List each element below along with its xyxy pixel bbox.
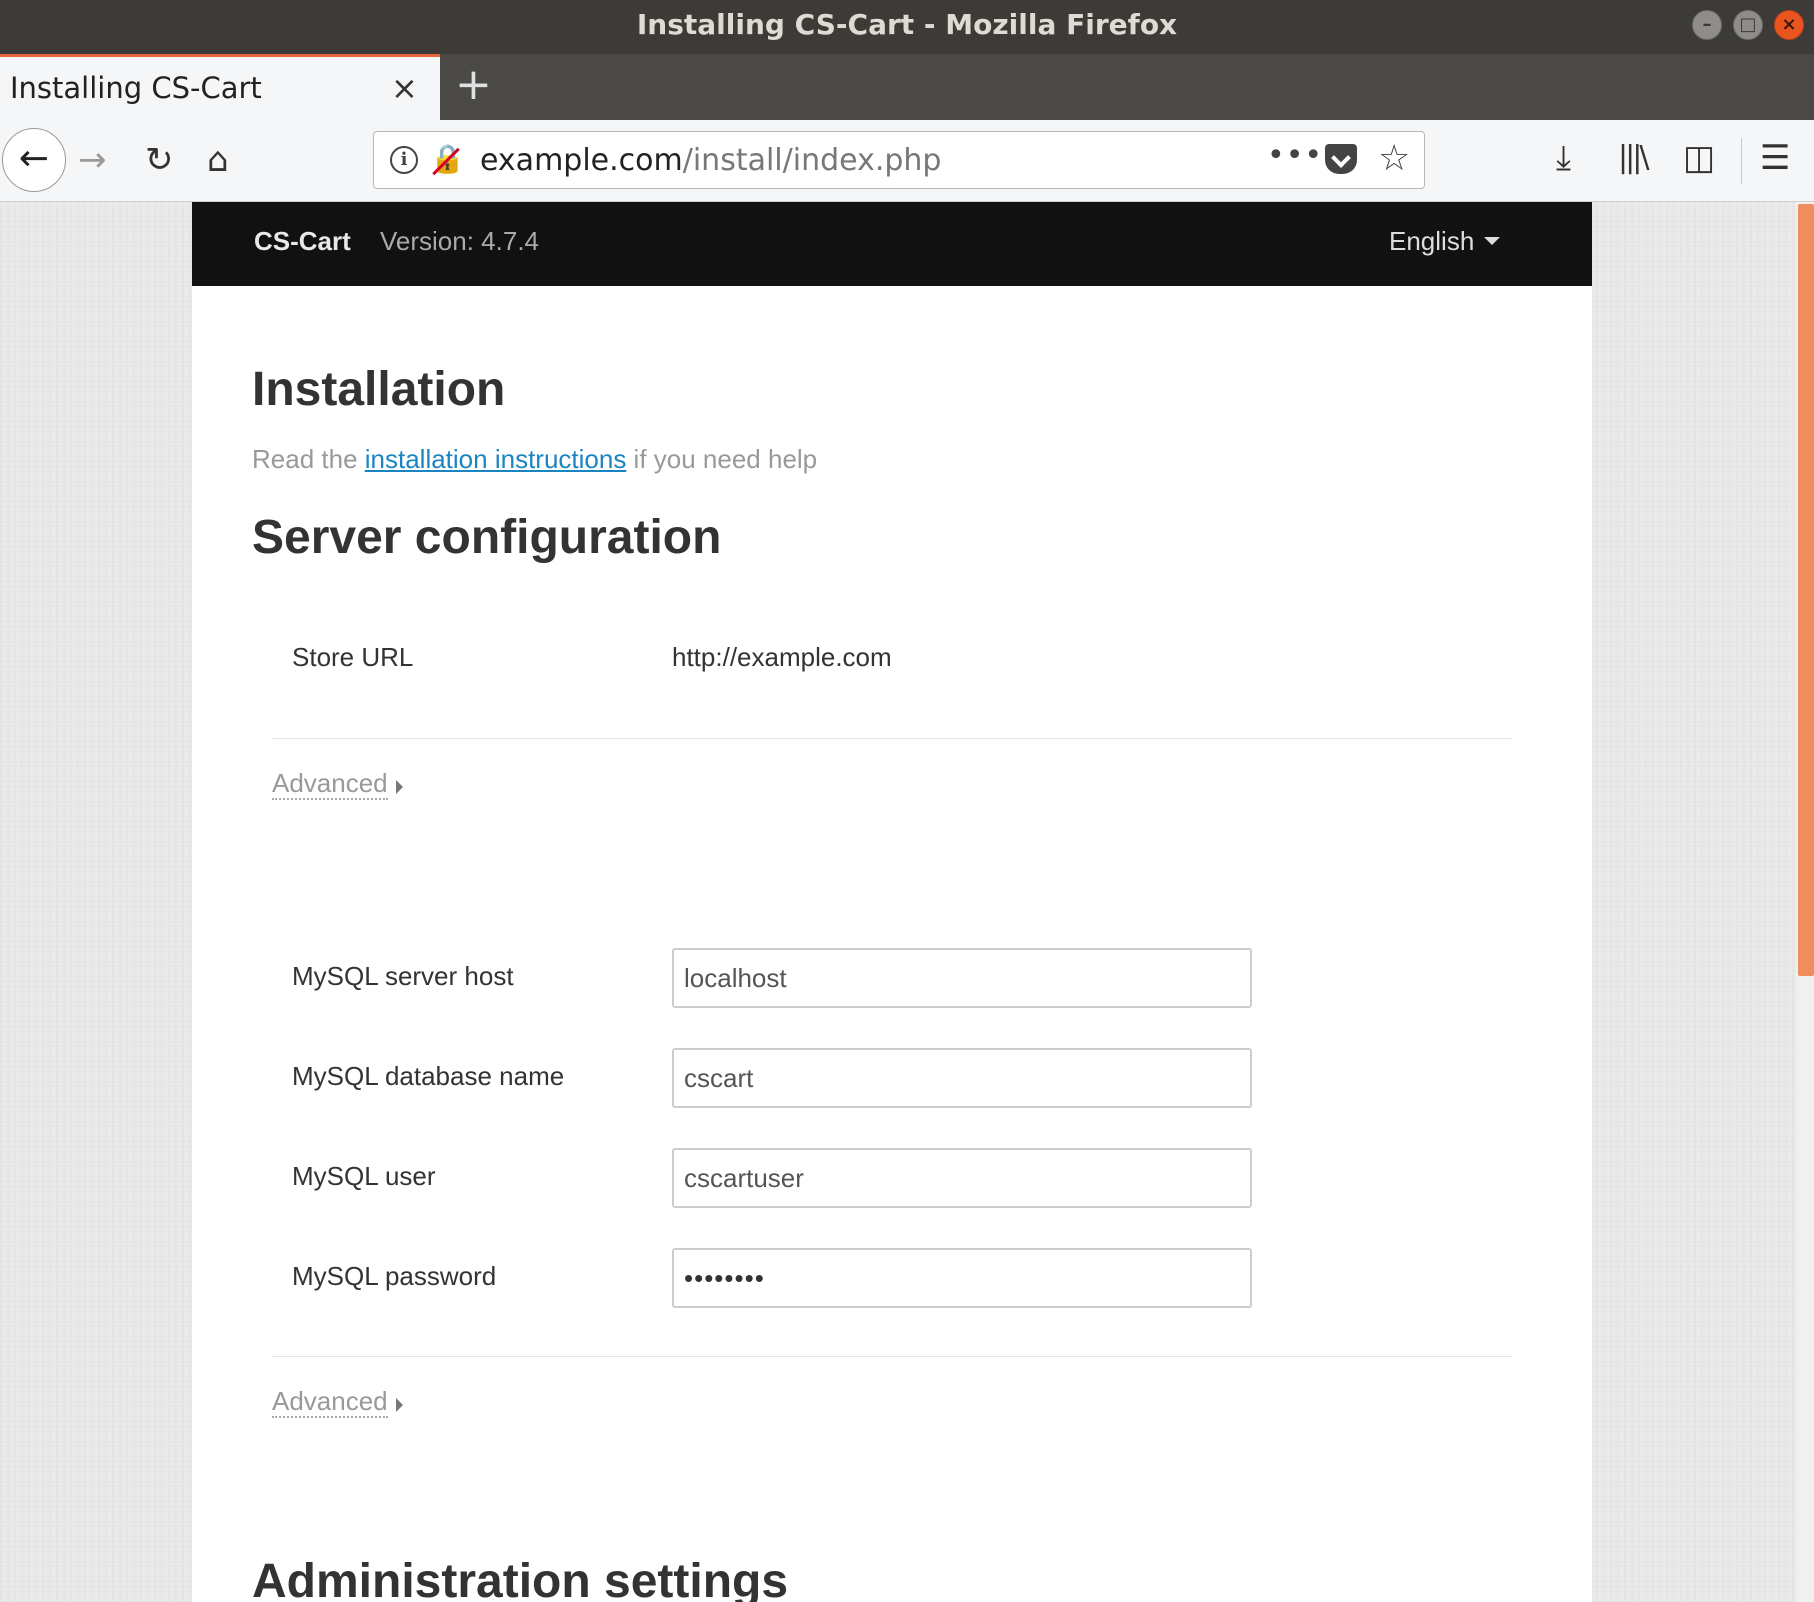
language-dropdown[interactable]: English [1389,226,1501,257]
installation-instructions-link[interactable]: installation instructions [365,444,627,474]
url-bar[interactable]: i 🔒 example.com/install/index.php ••• ☆ [373,131,1425,189]
page-actions-icon[interactable]: ••• [1267,138,1323,173]
navigation-toolbar: ← → ↻ ⌂ i 🔒 example.com/install/index.ph… [0,120,1814,202]
store-url-label: Store URL [292,642,414,672]
window-titlebar: Installing CS-Cart - Mozilla Firefox – □… [0,0,1814,54]
tab-title: Installing CS-Cart [10,71,262,105]
bookmark-star-icon[interactable]: ☆ [1378,138,1410,179]
divider [272,1356,1512,1357]
brand-logo-text: CS-Cart [254,226,351,256]
mysql-database-label: MySQL database name [292,1061,565,1091]
minimize-icon[interactable]: – [1692,10,1722,40]
mysql-password-input[interactable] [672,1248,1252,1308]
url-text[interactable]: example.com/install/index.php [480,143,941,178]
installer-page: CS-Cart Version: 4.7.4 English Installat… [192,202,1592,1602]
page-title: Installation [252,363,506,416]
reload-icon[interactable]: ↻ [145,138,174,182]
mysql-user-input[interactable] [672,1148,1252,1208]
insecure-lock-icon[interactable]: 🔒 [430,142,465,175]
toolbar-separator [1741,138,1742,184]
advanced-toggle-1[interactable]: Advanced [272,768,388,800]
close-window-icon[interactable]: × [1774,10,1804,40]
tab-strip: Installing CS-Cart × + [0,54,1814,120]
language-label: English [1389,226,1475,256]
info-icon[interactable]: i [390,146,418,174]
version-text: Version: 4.7.4 [380,226,539,256]
sidebar-icon[interactable]: ◫ [1683,136,1715,180]
forward-arrow-icon[interactable]: → [78,138,107,182]
url-domain: example.com [480,143,683,178]
server-configuration-heading: Server configuration [252,511,722,564]
installer-header: CS-Cart Version: 4.7.4 English [192,202,1592,286]
new-tab-icon[interactable]: + [455,60,492,110]
advanced-toggle-2[interactable]: Advanced [272,1386,388,1418]
mysql-database-input[interactable] [672,1048,1252,1108]
caret-down-icon [1484,237,1501,246]
mysql-host-label: MySQL server host [292,961,514,991]
caret-right-icon [396,1398,403,1412]
help-suffix: if you need help [626,444,818,474]
url-path: /install/index.php [682,143,942,178]
page-viewport: CS-Cart Version: 4.7.4 English Installat… [0,202,1814,1602]
mysql-user-label: MySQL user [292,1161,436,1191]
scrollbar-thumb[interactable] [1798,204,1814,976]
store-url-value: http://example.com [672,642,892,672]
help-prefix: Read the [252,444,365,474]
mysql-password-label: MySQL password [292,1261,497,1291]
home-icon[interactable]: ⌂ [207,138,229,182]
library-icon[interactable]: |||\ [1618,136,1649,180]
caret-right-icon [396,780,403,794]
back-arrow-icon[interactable]: ← [2,128,66,192]
help-text: Read the installation instructions if yo… [252,444,817,475]
hamburger-menu-icon[interactable]: ☰ [1760,136,1790,180]
window-title: Installing CS-Cart - Mozilla Firefox [636,8,1178,41]
maximize-icon[interactable]: □ [1733,10,1763,40]
download-icon[interactable]: ⤓ [1556,136,1571,180]
administration-settings-heading: Administration settings [252,1555,789,1602]
mysql-host-input[interactable] [672,948,1252,1008]
divider [272,738,1512,739]
pocket-icon[interactable] [1325,144,1357,174]
tab-installing-cs-cart[interactable]: Installing CS-Cart × [0,54,440,120]
tab-close-icon[interactable]: × [391,69,418,107]
